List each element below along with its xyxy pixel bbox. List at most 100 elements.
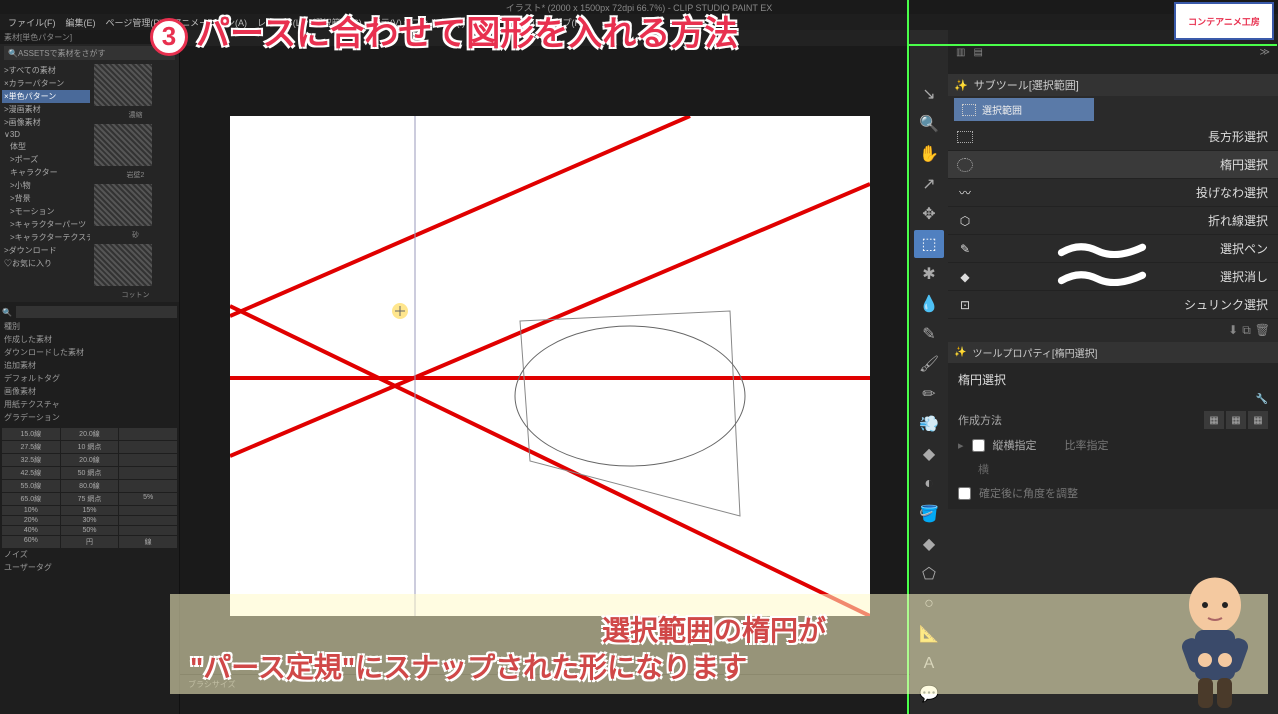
- tree-3d[interactable]: ∨3D: [2, 129, 90, 140]
- tag-user[interactable]: ユーザータグ: [2, 561, 177, 574]
- tag-cell[interactable]: 50 網点: [61, 467, 119, 479]
- tool-figure[interactable]: ⬠: [914, 560, 944, 588]
- tree-character[interactable]: キャラクター: [2, 166, 90, 179]
- tree-all[interactable]: >すべての素材: [2, 64, 90, 77]
- tag-cell[interactable]: 65.0線: [2, 493, 60, 505]
- tree-download[interactable]: >ダウンロード: [2, 244, 90, 257]
- wrench-icon[interactable]: 🔧: [952, 392, 1274, 407]
- tag-type[interactable]: 種別: [2, 320, 177, 333]
- method-sub-icon[interactable]: ▦: [1248, 411, 1268, 429]
- tool-move-layer[interactable]: ↗: [914, 170, 944, 198]
- tag-cell[interactable]: 80.0線: [61, 480, 119, 492]
- tag-cell[interactable]: [119, 526, 177, 535]
- tag-created[interactable]: 作成した素材: [2, 333, 177, 346]
- tool-brush[interactable]: 🖌: [914, 350, 944, 378]
- tool-zoom[interactable]: 🔍: [914, 110, 944, 138]
- tool-pen[interactable]: ✎: [914, 320, 944, 348]
- tool-blend[interactable]: ◐: [914, 470, 944, 498]
- menu-file[interactable]: ファイル(F): [4, 16, 60, 29]
- tag-cell[interactable]: 60%: [2, 536, 60, 548]
- tree-mono-pattern[interactable]: ×単色パターン: [2, 90, 90, 103]
- tree-body[interactable]: 体型: [2, 140, 90, 153]
- dock-icon[interactable]: ▥: [956, 47, 965, 58]
- tool-move[interactable]: ✥: [914, 200, 944, 228]
- tool-operation[interactable]: ↘: [914, 80, 944, 108]
- post-checkbox[interactable]: [958, 487, 971, 500]
- subtool-ellipse-select[interactable]: 楕円選択: [948, 151, 1278, 179]
- thumb[interactable]: [94, 244, 152, 286]
- subtool-polyline-select[interactable]: ⬡ 折れ線選択: [948, 207, 1278, 235]
- tree-pose[interactable]: >ポーズ: [2, 153, 90, 166]
- subtool-shrink-select[interactable]: ⊡ シュリンク選択: [948, 291, 1278, 319]
- thumb[interactable]: [94, 184, 152, 226]
- tool-selection[interactable]: ⬚: [914, 230, 944, 258]
- thumb[interactable]: [94, 124, 152, 166]
- tag-cell[interactable]: 15%: [61, 506, 119, 515]
- aspect-checkbox[interactable]: [972, 439, 985, 452]
- tag-cell[interactable]: [119, 506, 177, 515]
- thumb[interactable]: [94, 64, 152, 106]
- trash-icon[interactable]: 🗑: [1255, 323, 1270, 338]
- copy-icon[interactable]: ⧉: [1242, 323, 1251, 338]
- tree-background[interactable]: >背景: [2, 192, 90, 205]
- tag-cell[interactable]: 円: [61, 536, 119, 548]
- tool-eyedropper[interactable]: 💧: [914, 290, 944, 318]
- tag-cell[interactable]: 30%: [61, 516, 119, 525]
- subtool-rect-select[interactable]: 長方形選択: [948, 123, 1278, 151]
- canvas[interactable]: [230, 116, 870, 616]
- tag-cell[interactable]: 線: [119, 536, 177, 548]
- tag-image[interactable]: 画像素材: [2, 385, 177, 398]
- dock-icon[interactable]: ▤: [973, 47, 982, 58]
- tool-fill[interactable]: 🪣: [914, 500, 944, 528]
- method-new-icon[interactable]: ▦: [1204, 411, 1224, 429]
- tag-cell[interactable]: 15.0線: [2, 428, 60, 440]
- tag-added[interactable]: 追加素材: [2, 359, 177, 372]
- tag-cell[interactable]: 55.0線: [2, 480, 60, 492]
- subtool-lasso-select[interactable]: 〰 投げなわ選択: [948, 179, 1278, 207]
- tree-motion[interactable]: >モーション: [2, 205, 90, 218]
- canvas-viewport[interactable]: [180, 46, 910, 674]
- tag-downloaded[interactable]: ダウンロードした素材: [2, 346, 177, 359]
- tag-cell[interactable]: 50%: [61, 526, 119, 535]
- tool-eraser[interactable]: ◆: [914, 440, 944, 468]
- tool-hand[interactable]: ✋: [914, 140, 944, 168]
- tool-airbrush[interactable]: 💨: [914, 410, 944, 438]
- tag-search-input[interactable]: [16, 306, 177, 318]
- subtool-select-eraser[interactable]: ◆ 選択消し: [948, 263, 1278, 291]
- tool-gradient[interactable]: ◆: [914, 530, 944, 558]
- tag-cell[interactable]: [119, 441, 177, 453]
- tag-cell[interactable]: 10%: [2, 506, 60, 515]
- method-add-icon[interactable]: ▦: [1226, 411, 1246, 429]
- tag-paper[interactable]: 用紙テクスチャ: [2, 398, 177, 411]
- download-icon[interactable]: ⬇: [1228, 323, 1238, 338]
- tree-charparts[interactable]: >キャラクターパーツ: [2, 218, 90, 231]
- tag-cell[interactable]: [119, 428, 177, 440]
- expand-icon[interactable]: ≫: [1260, 47, 1270, 58]
- tree-chartexture[interactable]: >キャラクターテクスチャ: [2, 231, 90, 244]
- tag-cell[interactable]: [119, 454, 177, 466]
- subtool-category[interactable]: 選択範囲: [954, 98, 1094, 121]
- tool-auto-select[interactable]: ✱: [914, 260, 944, 288]
- tag-cell[interactable]: [119, 480, 177, 492]
- tag-cell[interactable]: 32.5線: [2, 454, 60, 466]
- tag-cell[interactable]: 20.0線: [61, 454, 119, 466]
- tree-image[interactable]: >画像素材: [2, 116, 90, 129]
- tag-gradation[interactable]: グラデーション: [2, 411, 177, 424]
- tree-manga[interactable]: >漫画素材: [2, 103, 90, 116]
- tag-noise[interactable]: ノイズ: [2, 548, 177, 561]
- tag-cell[interactable]: 10 網点: [61, 441, 119, 453]
- tool-pencil[interactable]: ✏: [914, 380, 944, 408]
- tree-smallobj[interactable]: >小物: [2, 179, 90, 192]
- tag-cell[interactable]: 40%: [2, 526, 60, 535]
- tag-cell[interactable]: 20.0線: [61, 428, 119, 440]
- tag-cell[interactable]: 27.5線: [2, 441, 60, 453]
- subtool-select-pen[interactable]: ✎ 選択ペン: [948, 235, 1278, 263]
- tree-color-pattern[interactable]: ×カラーパターン: [2, 77, 90, 90]
- tag-cell[interactable]: 20%: [2, 516, 60, 525]
- tag-cell[interactable]: 75 網点: [61, 493, 119, 505]
- menu-edit[interactable]: 編集(E): [62, 16, 100, 29]
- tag-cell[interactable]: [119, 516, 177, 525]
- tree-favorite[interactable]: ♡お気に入り: [2, 257, 90, 270]
- tag-default[interactable]: デフォルトタグ: [2, 372, 177, 385]
- tag-cell[interactable]: 5%: [119, 493, 177, 505]
